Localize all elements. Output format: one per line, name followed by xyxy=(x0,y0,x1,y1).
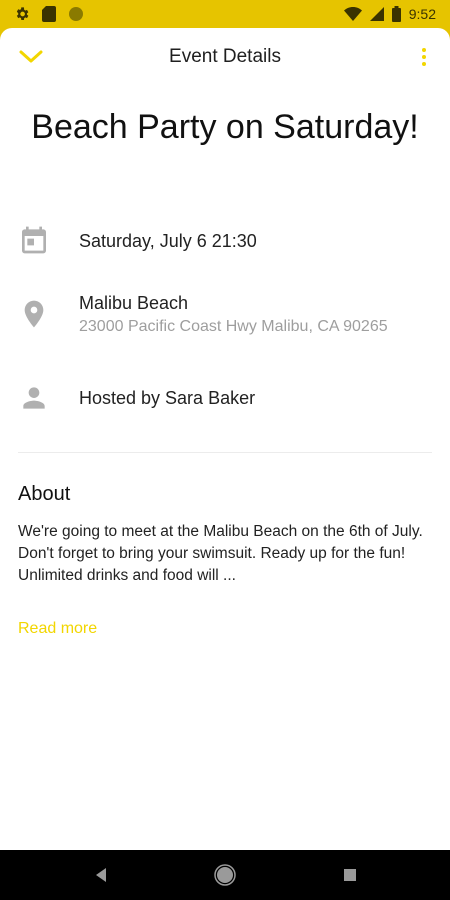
event-title: Beach Party on Saturday! xyxy=(31,108,419,146)
back-triangle-icon[interactable] xyxy=(90,864,112,886)
read-more-link[interactable]: Read more xyxy=(18,620,97,638)
status-bar: 9:52 xyxy=(0,0,450,28)
circle-icon xyxy=(69,7,83,21)
person-icon xyxy=(23,387,45,409)
settings-icon xyxy=(16,7,29,20)
event-datetime: Saturday, July 6 21:30 xyxy=(79,231,257,251)
recents-square-icon[interactable] xyxy=(339,864,361,886)
wifi-icon xyxy=(343,7,362,21)
more-vertical-icon[interactable] xyxy=(412,45,436,69)
sim-card-icon xyxy=(42,6,56,22)
battery-icon xyxy=(391,6,401,22)
about-heading: About xyxy=(18,483,71,505)
status-time: 9:52 xyxy=(408,6,436,22)
location-pin-icon xyxy=(24,300,44,328)
signal-icon xyxy=(369,7,384,21)
location-address: 23000 Pacific Coast Hwy Malibu, CA 90265 xyxy=(79,318,388,335)
location-name: Malibu Beach xyxy=(79,293,189,313)
app-bar-title: Event Details xyxy=(169,46,281,67)
calendar-icon xyxy=(22,226,46,254)
divider xyxy=(18,452,432,453)
about-text: We're going to meet at the Malibu Beach … xyxy=(18,523,423,584)
host-text: Hosted by Sara Baker xyxy=(79,388,256,408)
system-nav-bar xyxy=(0,850,450,900)
app-bar: Event Details xyxy=(0,28,450,86)
event-details-sheet: Event Details Beach Party on Saturday! S… xyxy=(0,28,450,850)
home-circle-icon[interactable] xyxy=(214,864,236,886)
